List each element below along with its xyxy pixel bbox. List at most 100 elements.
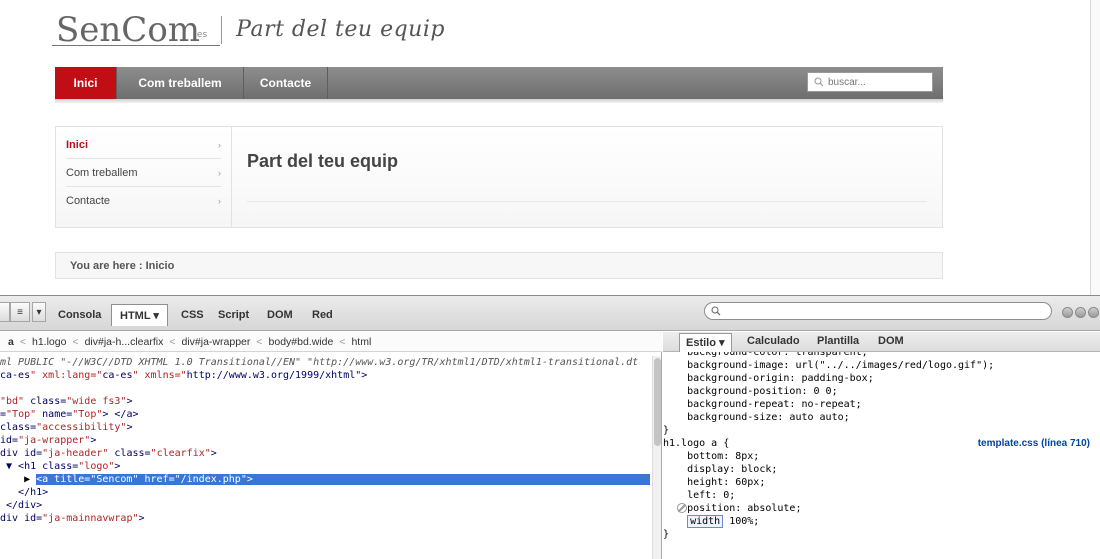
nav-shadow bbox=[55, 99, 943, 103]
firebug-toolbar: ≡ ▾ Consola HTML ▾ CSS Script DOM Red bbox=[0, 296, 1100, 331]
page-scrollbar[interactable] bbox=[1090, 0, 1100, 295]
path-separator: < bbox=[19, 335, 26, 348]
style-tabs: Estilo ▾ Calculado Plantilla DOM bbox=[663, 332, 1100, 352]
tab-script[interactable]: Script bbox=[218, 309, 249, 321]
css-line[interactable]: height: 60px; bbox=[663, 476, 1100, 489]
nav-item-com-treballem[interactable]: Com treballem bbox=[117, 67, 244, 99]
logo-text: SenCom bbox=[51, 10, 221, 50]
css-line[interactable]: display: block; bbox=[663, 463, 1100, 476]
side-menu: Inici › Com treballem › Contacte › bbox=[56, 127, 232, 227]
title-divider bbox=[247, 201, 927, 202]
path-segment[interactable]: a bbox=[8, 336, 14, 348]
search-box[interactable] bbox=[807, 72, 933, 92]
menu-icon[interactable]: ≡ bbox=[10, 302, 30, 322]
inspect-button[interactable] bbox=[0, 302, 10, 322]
side-item-label: Contacte bbox=[66, 195, 111, 207]
search-icon bbox=[711, 306, 721, 316]
path-segment[interactable]: h1.logo bbox=[32, 336, 66, 348]
css-property-editor[interactable]: width bbox=[687, 515, 724, 528]
html-node[interactable]: ml PUBLIC "-//W3C//DTD XHTML 1.0 Transit… bbox=[0, 356, 650, 369]
css-line[interactable]: } bbox=[663, 424, 1100, 437]
tab-dom[interactable]: DOM bbox=[267, 309, 293, 321]
html-panel: a < h1.logo < div#ja-h...clearfix < div#… bbox=[0, 332, 662, 559]
css-line[interactable]: width 100%; bbox=[663, 515, 1100, 528]
chevron-right-icon: › bbox=[218, 139, 221, 150]
css-line[interactable]: background-color: transparent; bbox=[663, 352, 1100, 359]
path-separator: < bbox=[72, 335, 79, 348]
path-segment[interactable]: div#ja-wrapper bbox=[182, 336, 251, 348]
css-value: 100%; bbox=[723, 516, 760, 527]
side-item-com-treballem[interactable]: Com treballem › bbox=[66, 159, 221, 187]
logo-separator bbox=[221, 16, 223, 44]
path-segment[interactable]: div#ja-h...clearfix bbox=[85, 336, 164, 348]
chevron-down-icon[interactable]: ▾ bbox=[32, 302, 46, 322]
element-path-breadcrumb: a < h1.logo < div#ja-h...clearfix < div#… bbox=[0, 332, 662, 352]
path-separator: < bbox=[339, 335, 346, 348]
css-source-link[interactable]: template.css (línea 710) bbox=[978, 437, 1090, 450]
close-icon[interactable] bbox=[1088, 307, 1099, 318]
search-icon bbox=[814, 77, 824, 87]
html-node[interactable]: "bd" class="wide fs3"> bbox=[0, 395, 650, 408]
tab-red[interactable]: Red bbox=[312, 309, 333, 321]
html-node[interactable]: ▼ <h1 class="logo"> bbox=[0, 460, 650, 473]
website-viewport: SenCom .es Part del teu equip Inici Com … bbox=[0, 0, 1100, 295]
html-tree[interactable]: ml PUBLIC "-//W3C//DTD XHTML 1.0 Transit… bbox=[0, 356, 650, 559]
css-line[interactable]: h1.logo a {template.css (línea 710) bbox=[663, 437, 1100, 450]
search-input[interactable] bbox=[828, 76, 924, 88]
tab-dom-style[interactable]: DOM bbox=[878, 335, 904, 347]
tab-estilo[interactable]: Estilo ▾ bbox=[679, 333, 732, 352]
html-node[interactable]: ca-es" xml:lang="ca-es" xmlns="http://ww… bbox=[0, 369, 650, 382]
nav-item-inici[interactable]: Inici bbox=[55, 67, 117, 99]
side-item-contacte[interactable]: Contacte › bbox=[66, 187, 221, 215]
page-title: Part del teu equip bbox=[247, 151, 399, 171]
main-nav: Inici Com treballem Contacte bbox=[55, 67, 943, 99]
side-item-inici[interactable]: Inici › bbox=[66, 131, 221, 159]
path-separator: < bbox=[169, 335, 176, 348]
css-line[interactable]: position: absolute; bbox=[663, 502, 1100, 515]
html-node-selected[interactable]: ▶ <a title="Sencom" href="/index.php"> bbox=[0, 473, 650, 486]
html-node[interactable] bbox=[0, 382, 650, 395]
style-panel: Estilo ▾ Calculado Plantilla DOM backgro… bbox=[663, 332, 1100, 559]
path-separator: < bbox=[256, 335, 263, 348]
css-line[interactable]: } bbox=[663, 528, 1100, 541]
css-line[interactable]: background-size: auto auto; bbox=[663, 411, 1100, 424]
css-rules[interactable]: background-color: transparent; backgroun… bbox=[663, 352, 1100, 559]
path-segment[interactable]: html bbox=[351, 336, 371, 348]
css-line[interactable]: bottom: 8px; bbox=[663, 450, 1100, 463]
scrollbar-thumb[interactable] bbox=[654, 358, 661, 446]
tab-css[interactable]: CSS bbox=[181, 309, 204, 321]
side-item-label: Inici bbox=[66, 138, 89, 151]
css-line[interactable]: background-image: url("../../images/red/… bbox=[663, 359, 1100, 372]
breadcrumb: You are here : Inicio bbox=[55, 252, 943, 279]
site-logo[interactable]: SenCom .es Part del teu equip bbox=[51, 0, 445, 50]
css-line[interactable]: background-origin: padding-box; bbox=[663, 372, 1100, 385]
chevron-right-icon: › bbox=[218, 167, 221, 178]
css-line[interactable]: background-repeat: no-repeat; bbox=[663, 398, 1100, 411]
firebug-panel: ≡ ▾ Consola HTML ▾ CSS Script DOM Red a … bbox=[0, 295, 1100, 559]
css-line[interactable]: background-position: 0 0; bbox=[663, 385, 1100, 398]
html-node[interactable]: </div> bbox=[0, 499, 650, 512]
content-box: Inici › Com treballem › Contacte › Part … bbox=[55, 126, 943, 228]
tab-consola[interactable]: Consola bbox=[58, 309, 101, 321]
disable-rule-icon[interactable] bbox=[677, 503, 687, 513]
html-node[interactable]: div id="ja-header" class="clearfix"> bbox=[0, 447, 650, 460]
tab-calculado[interactable]: Calculado bbox=[747, 335, 800, 347]
html-node[interactable]: class="accessibility"> bbox=[0, 421, 650, 434]
tab-html[interactable]: HTML ▾ bbox=[111, 304, 168, 326]
firebug-search-input[interactable] bbox=[704, 302, 1052, 320]
html-node[interactable]: ="Top" name="Top"> </a> bbox=[0, 408, 650, 421]
side-item-label: Com treballem bbox=[66, 166, 138, 179]
detach-icon[interactable] bbox=[1075, 307, 1086, 318]
logo-tagline: Part del teu equip bbox=[236, 17, 445, 42]
tab-plantilla[interactable]: Plantilla bbox=[817, 335, 859, 347]
html-node[interactable]: </h1> bbox=[0, 486, 650, 499]
path-segment[interactable]: body#bd.wide bbox=[269, 336, 334, 348]
html-scrollbar[interactable] bbox=[652, 356, 661, 559]
screen: SenCom .es Part del teu equip Inici Com … bbox=[0, 0, 1100, 559]
nav-item-contacte[interactable]: Contacte bbox=[244, 67, 328, 99]
chevron-right-icon: › bbox=[218, 196, 221, 206]
minimize-icon[interactable] bbox=[1062, 307, 1073, 318]
css-line[interactable]: left: 0; bbox=[663, 489, 1100, 502]
html-node[interactable]: div id="ja-mainnavwrap"> bbox=[0, 512, 650, 525]
html-node[interactable]: id="ja-wrapper"> bbox=[0, 434, 650, 447]
